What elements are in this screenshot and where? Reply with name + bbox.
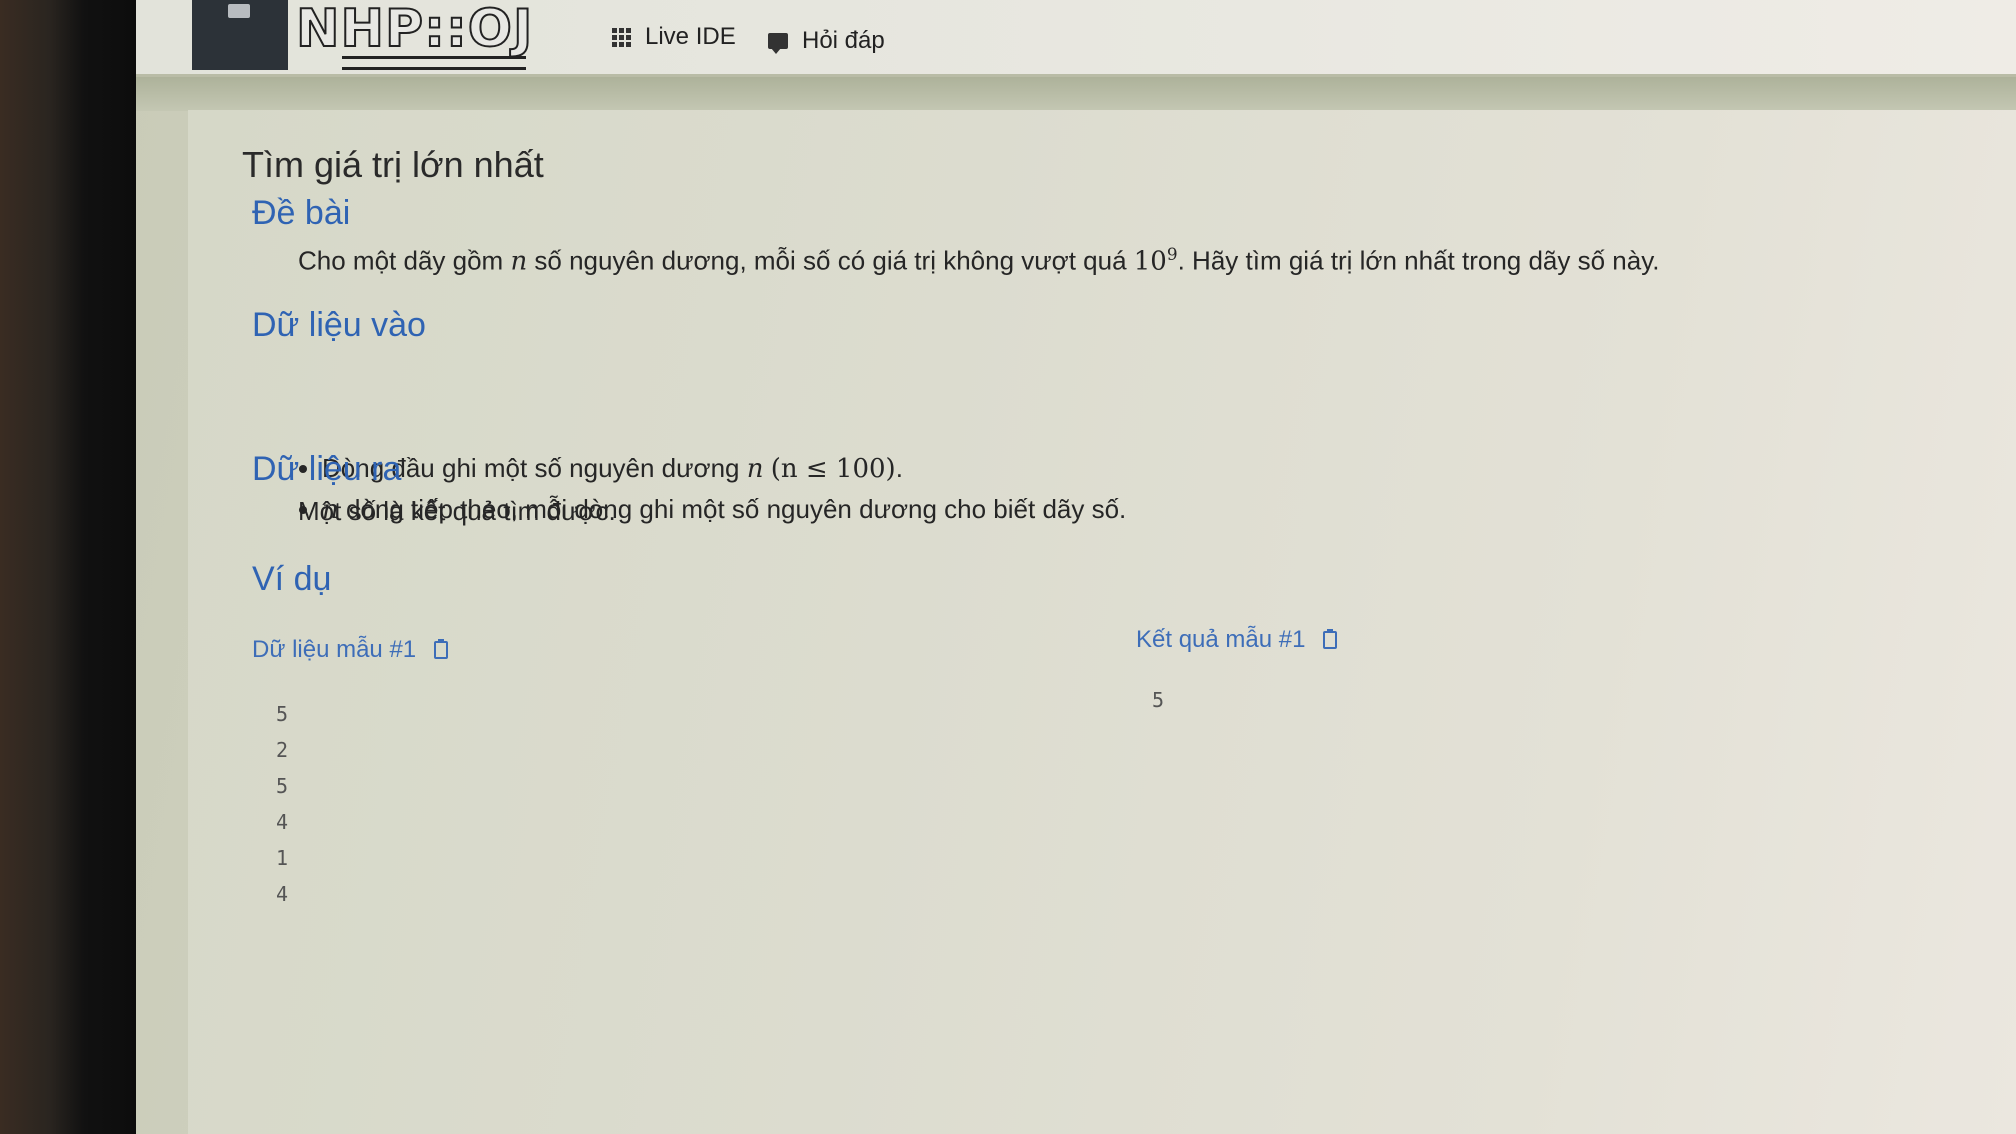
logo-underline: [342, 56, 526, 70]
chat-icon: [768, 33, 788, 54]
nav-item-label: Live IDE: [645, 23, 736, 50]
problem-title: Tìm giá trị lớn nhất: [242, 144, 544, 185]
clipboard-icon[interactable]: [1323, 629, 1338, 649]
sample-output-block: 5: [1152, 682, 1164, 718]
nav-item-label: Hỏi đáp: [802, 27, 885, 54]
sample-line: 4: [276, 882, 289, 906]
sample-input-block: 5 2 5 4 1 4: [276, 696, 288, 912]
section-heading-example: Ví dụ: [252, 560, 332, 598]
browser-viewport: NHP::OJ Live IDE Hỏi đáp Tìm giá trị lớn…: [136, 0, 2016, 1134]
grid-icon: [612, 27, 631, 47]
list-item: Dòng đầu ghi một số nguyên dương n (n ≤ …: [322, 448, 1126, 489]
navbar-shadow: [136, 77, 2016, 111]
sample-input-label: Dữ liệu mẫu #1: [252, 636, 449, 664]
sample-line: 1: [276, 846, 289, 870]
sample-line: 5: [276, 702, 289, 726]
sample-output-title: Kết quả mẫu #1: [1136, 626, 1306, 653]
output-text: Một số là kết quả tìm được.: [298, 496, 616, 526]
monitor-bezel: [0, 0, 140, 1134]
section-heading-input: Dữ liệu vào: [252, 306, 426, 344]
sample-line: 2: [276, 738, 289, 762]
clipboard-icon[interactable]: [434, 639, 449, 659]
nav-item-live-ide[interactable]: Live IDE: [612, 20, 736, 54]
sample-output-label: Kết quả mẫu #1: [1136, 626, 1338, 654]
site-logo-box[interactable]: [192, 0, 288, 70]
section-heading-statement: Đề bài: [252, 194, 351, 232]
top-navbar: NHP::OJ Live IDE Hỏi đáp: [136, 0, 2016, 77]
sample-line: 5: [1152, 688, 1165, 712]
sample-line: 4: [276, 810, 289, 834]
nav-item-hoi-dap[interactable]: Hỏi đáp: [768, 24, 885, 58]
problem-content: Tìm giá trị lớn nhất Đề bài Cho một dãy …: [188, 110, 2016, 1134]
section-heading-output: Dữ liệu ra: [252, 450, 402, 488]
terminal-icon: [228, 4, 250, 18]
sample-input-title: Dữ liệu mẫu #1: [252, 636, 417, 663]
sample-line: 5: [276, 774, 289, 798]
site-logo-text[interactable]: NHP::OJ: [295, 0, 533, 64]
statement-text: Cho một dãy gồm n số nguyên dương, mỗi s…: [298, 244, 1660, 277]
